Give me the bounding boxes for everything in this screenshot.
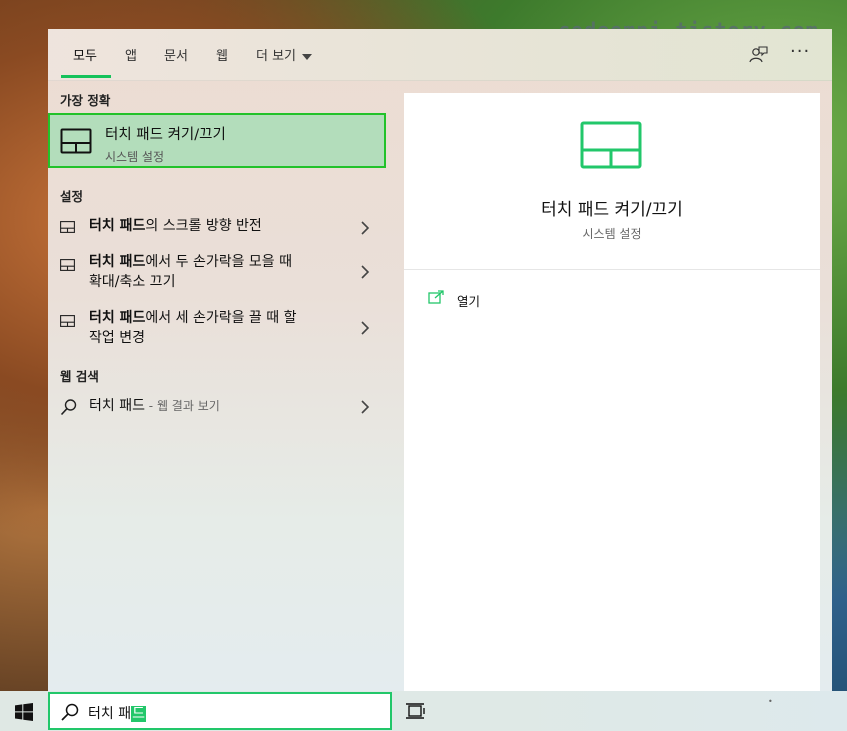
tab-documents[interactable]: 문서	[164, 45, 188, 64]
touchpad-icon	[60, 128, 92, 154]
best-match-header: 가장 정확	[60, 93, 111, 108]
chevron-right-icon	[361, 265, 370, 279]
settings-item-label: 터치 패드에서 두 손가락을 모을 때 확대/축소 끄기	[89, 254, 293, 290]
touchpad-icon	[60, 259, 75, 271]
search-input[interactable]: 터치 패드	[88, 703, 146, 723]
taskbar: 터치 패드 •	[0, 691, 847, 731]
tab-more[interactable]: 더 보기	[256, 45, 313, 64]
open-action[interactable]: 열기	[457, 291, 480, 310]
tab-web[interactable]: 웹	[216, 45, 228, 64]
tray-indicator: •	[768, 697, 773, 706]
taskbar-search-box[interactable]: 터치 패드	[48, 692, 392, 730]
tab-more-label: 더 보기	[256, 49, 297, 64]
divider	[404, 269, 820, 270]
ime-composition: 드	[131, 706, 146, 722]
touchpad-icon	[60, 221, 75, 233]
touchpad-icon	[580, 121, 642, 169]
settings-item-three-finger[interactable]: 터치 패드에서 세 손가락을 끌 때 할 작업 변경	[48, 305, 392, 351]
settings-item-label: 터치 패드의 스크롤 방향 반전	[89, 218, 262, 234]
preview-title: 터치 패드 켜기/끄기	[541, 200, 683, 220]
chevron-right-icon	[361, 321, 370, 335]
chevron-down-icon	[302, 53, 313, 60]
settings-item-label: 터치 패드에서 세 손가락을 끌 때 할 작업 변경	[89, 310, 297, 346]
settings-item-scroll-direction[interactable]: 터치 패드의 스크롤 방향 반전	[48, 211, 392, 245]
search-icon	[61, 703, 79, 721]
open-external-icon[interactable]	[428, 290, 444, 304]
web-search-header: 웹 검색	[60, 369, 99, 384]
chevron-right-icon	[361, 400, 370, 414]
settings-item-pinch-zoom[interactable]: 터치 패드에서 두 손가락을 모을 때 확대/축소 끄기	[48, 249, 392, 295]
best-match-result[interactable]: 터치 패드 켜기/끄기 시스템 설정	[48, 113, 386, 168]
windows-start-icon[interactable]	[15, 703, 33, 721]
touchpad-icon	[60, 315, 75, 327]
best-match-title: 터치 패드 켜기/끄기	[105, 127, 226, 143]
feedback-icon[interactable]	[748, 45, 768, 65]
search-icon	[60, 399, 77, 416]
more-options-icon[interactable]: ···	[790, 41, 810, 62]
web-search-result[interactable]: 터치 패드 - 웹 결과 보기	[48, 391, 392, 423]
results-list: 가장 정확 터치 패드 켜기/끄기 시스템 설정 설정 터치 패드의 스크롤 방…	[48, 81, 392, 691]
best-match-subtitle: 시스템 설정	[105, 150, 165, 164]
preview-pane: 터치 패드 켜기/끄기 시스템 설정 열기	[404, 93, 820, 691]
tab-all[interactable]: 모두	[73, 45, 97, 64]
task-view-icon[interactable]	[405, 701, 427, 721]
tab-bar: 모두 앱 문서 웹 더 보기 ···	[48, 29, 832, 81]
active-tab-indicator	[61, 75, 111, 78]
chevron-right-icon	[361, 221, 370, 235]
search-panel: 모두 앱 문서 웹 더 보기 ··· 가장 정확 터치 패드 켜기/끄기 시스템…	[48, 29, 832, 691]
preview-subtitle: 시스템 설정	[582, 227, 642, 241]
tab-apps[interactable]: 앱	[125, 45, 137, 64]
web-search-label: 터치 패드 - 웹 결과 보기	[89, 398, 220, 414]
settings-header: 설정	[60, 189, 84, 204]
